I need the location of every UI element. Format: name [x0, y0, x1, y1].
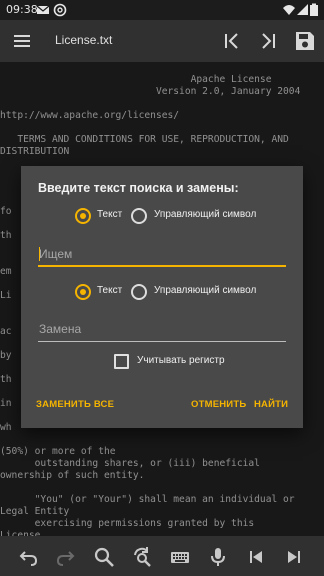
match-case-checkbox[interactable]	[114, 354, 129, 369]
menu-icon[interactable]	[10, 29, 34, 53]
replace-mode-text-label[interactable]: Текст	[97, 285, 122, 296]
bottom-toolbar	[0, 536, 324, 576]
text-cursor	[39, 247, 40, 261]
search-mode-group: Текст Управляющий символ	[21, 206, 303, 226]
replace-field[interactable]	[38, 318, 286, 342]
find-button[interactable]: НАЙТИ	[254, 399, 288, 410]
at-sign-icon	[53, 3, 67, 17]
status-bar: 09:38	[0, 0, 324, 20]
app-bar: License.txt	[0, 20, 324, 62]
replace-all-button[interactable]: ЗАМЕНИТЬ ВСЕ	[36, 399, 114, 410]
wifi-icon	[283, 5, 295, 15]
match-case-label[interactable]: Учитывать регистр	[137, 355, 225, 366]
dialog-title: Введите текст поиска и замены:	[38, 181, 239, 195]
mail-icon	[36, 5, 50, 14]
replace-mode-text-radio[interactable]	[75, 284, 91, 300]
save-icon[interactable]	[293, 29, 317, 53]
search-mode-text-radio[interactable]	[75, 208, 91, 224]
search-field[interactable]	[38, 243, 286, 267]
replace-underline	[38, 341, 286, 342]
replace-mode-control-radio[interactable]	[131, 284, 147, 300]
undo-icon[interactable]	[17, 546, 39, 568]
search-underline	[38, 265, 286, 267]
status-time: 09:38	[6, 3, 38, 16]
keyboard-icon[interactable]	[169, 546, 191, 568]
search-icon[interactable]	[93, 546, 115, 568]
search-input[interactable]	[38, 243, 286, 265]
search-replace-icon[interactable]	[131, 546, 153, 568]
battery-icon	[310, 3, 318, 16]
replace-mode-control-label[interactable]: Управляющий символ	[154, 285, 256, 296]
search-replace-dialog: Введите текст поиска и замены: Текст Упр…	[21, 166, 303, 428]
search-mode-text-label[interactable]: Текст	[97, 209, 122, 220]
cancel-button[interactable]: ОТМЕНИТЬ	[191, 399, 246, 410]
next-match-icon[interactable]	[283, 546, 305, 568]
file-title: License.txt	[55, 33, 113, 47]
signal-icon	[297, 4, 308, 15]
microphone-icon[interactable]	[207, 546, 229, 568]
redo-icon[interactable]	[55, 546, 77, 568]
replace-mode-group: Текст Управляющий символ	[21, 282, 303, 302]
previous-match-icon[interactable]	[245, 546, 267, 568]
jump-to-start-icon[interactable]	[220, 29, 244, 53]
jump-to-end-icon[interactable]	[256, 29, 280, 53]
search-mode-control-label[interactable]: Управляющий символ	[154, 209, 256, 220]
search-mode-control-radio[interactable]	[131, 208, 147, 224]
replace-input[interactable]	[38, 318, 286, 340]
